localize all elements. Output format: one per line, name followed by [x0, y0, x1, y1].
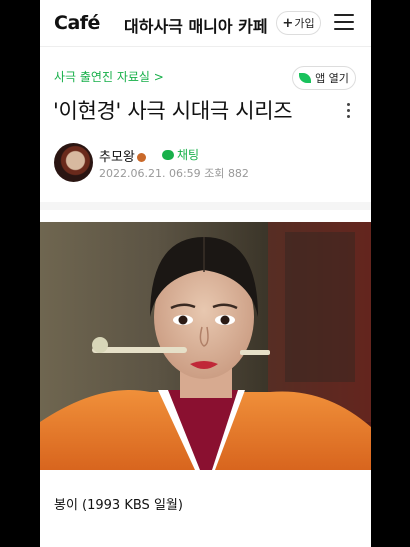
- views-count: 882: [227, 167, 249, 180]
- plus-icon: +: [282, 15, 294, 31]
- post-meta: 2022.06.21. 06:59 조회 882: [99, 165, 249, 181]
- post-title: '이현경' 사극 시대극 시리즈: [53, 99, 293, 123]
- post-date: 2022.06.21. 06:59: [99, 167, 201, 180]
- top-header: Café 대하사극 매니아 카페 + 가입: [40, 0, 371, 46]
- breadcrumb[interactable]: 사극 출연진 자료실 >: [54, 68, 164, 85]
- post-page: Café 대하사극 매니아 카페 + 가입 사극 출연진 자료실 > 앱 열기 …: [40, 0, 371, 547]
- section-divider: [40, 202, 371, 210]
- header-divider: [40, 46, 371, 47]
- chat-icon: [162, 149, 174, 160]
- image-caption: 봉이 (1993 KBS 일월): [54, 498, 183, 513]
- views-label: 조회: [204, 167, 225, 180]
- join-button[interactable]: + 가입: [276, 11, 321, 35]
- author-label: 추모왕: [99, 150, 135, 165]
- chat-button[interactable]: 채팅: [162, 146, 199, 163]
- open-app-label: 앱 열기: [315, 72, 349, 85]
- open-app-button[interactable]: 앱 열기: [292, 66, 356, 90]
- avatar[interactable]: [54, 143, 93, 182]
- chat-label: 채팅: [177, 148, 200, 162]
- menu-icon[interactable]: [334, 14, 354, 32]
- cafe-name[interactable]: 대하사극 매니아 카페: [124, 13, 268, 37]
- author-name[interactable]: 추모왕: [99, 146, 146, 165]
- post-image[interactable]: [40, 222, 371, 470]
- cafe-logo[interactable]: Café: [54, 12, 100, 34]
- leaf-icon: [299, 73, 312, 83]
- more-icon[interactable]: [347, 103, 351, 121]
- badge-icon: [136, 153, 146, 162]
- join-label: 가입: [294, 17, 315, 30]
